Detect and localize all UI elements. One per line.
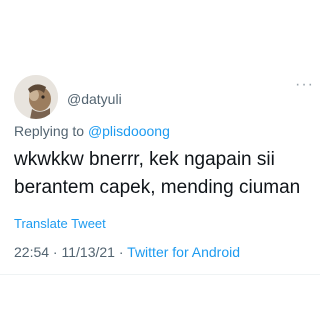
- more-options-icon[interactable]: ···: [295, 77, 314, 93]
- tweet-date[interactable]: 11/13/21: [62, 244, 115, 260]
- author-handle[interactable]: @datyuli: [67, 91, 122, 107]
- tweet-text: wkwkkw bnerrr, kek ngapain sii berantem …: [14, 149, 301, 198]
- meta-separator: ·: [49, 244, 62, 260]
- divider: [0, 274, 320, 275]
- tweet-time[interactable]: 22:54: [14, 244, 49, 260]
- replying-to-label: Replying to: [14, 123, 85, 139]
- tweet-meta: 22:54 · 11/13/21 · Twitter for Android: [14, 244, 240, 260]
- replying-to: Replying to @plisdooong: [14, 123, 170, 139]
- avatar-image: [14, 75, 58, 119]
- avatar[interactable]: [14, 75, 58, 119]
- translate-tweet-link[interactable]: Translate Tweet: [14, 216, 106, 231]
- tweet-header: @datyuli: [14, 75, 122, 119]
- meta-separator: ·: [114, 244, 128, 260]
- tweet-card: @datyuli ··· Replying to @plisdooong wkw…: [0, 0, 320, 320]
- reply-mention-link[interactable]: @plisdooong: [88, 123, 170, 139]
- tweet-source-link[interactable]: Twitter for Android: [127, 244, 240, 260]
